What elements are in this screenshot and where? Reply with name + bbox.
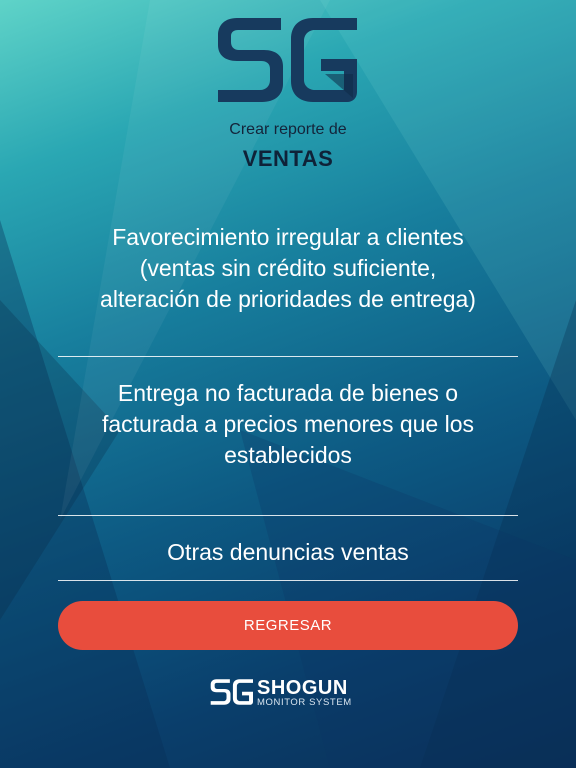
divider <box>58 515 518 516</box>
back-button[interactable]: REGRESAR <box>58 601 518 650</box>
option-label: Favorecimiento irregular a clientes (ven… <box>100 224 476 312</box>
brand-tagline: MONITOR SYSTEM <box>257 697 352 708</box>
option-entrega-no-facturada[interactable]: Entrega no facturada de bienes o factura… <box>58 378 518 471</box>
option-otras-denuncias[interactable]: Otras denuncias ventas <box>58 537 518 568</box>
sg-logo-icon <box>218 18 357 102</box>
option-label: Otras denuncias ventas <box>167 539 409 565</box>
report-category-title: VENTAS <box>242 146 334 171</box>
option-favorecimiento-irregular[interactable]: Favorecimiento irregular a clientes (ven… <box>58 222 518 315</box>
option-label: Entrega no facturada de bienes o factura… <box>101 380 475 468</box>
divider <box>58 356 518 357</box>
divider <box>58 580 518 581</box>
report-subtitle: Crear reporte de <box>229 121 347 138</box>
screen: Crear reporte de VENTAS Favorecimiento i… <box>0 0 576 768</box>
sg-small-logo-icon <box>210 679 253 705</box>
footer-brand: SHOGUN MONITOR SYSTEM <box>209 677 369 711</box>
brand-name: SHOGUN <box>257 677 348 699</box>
